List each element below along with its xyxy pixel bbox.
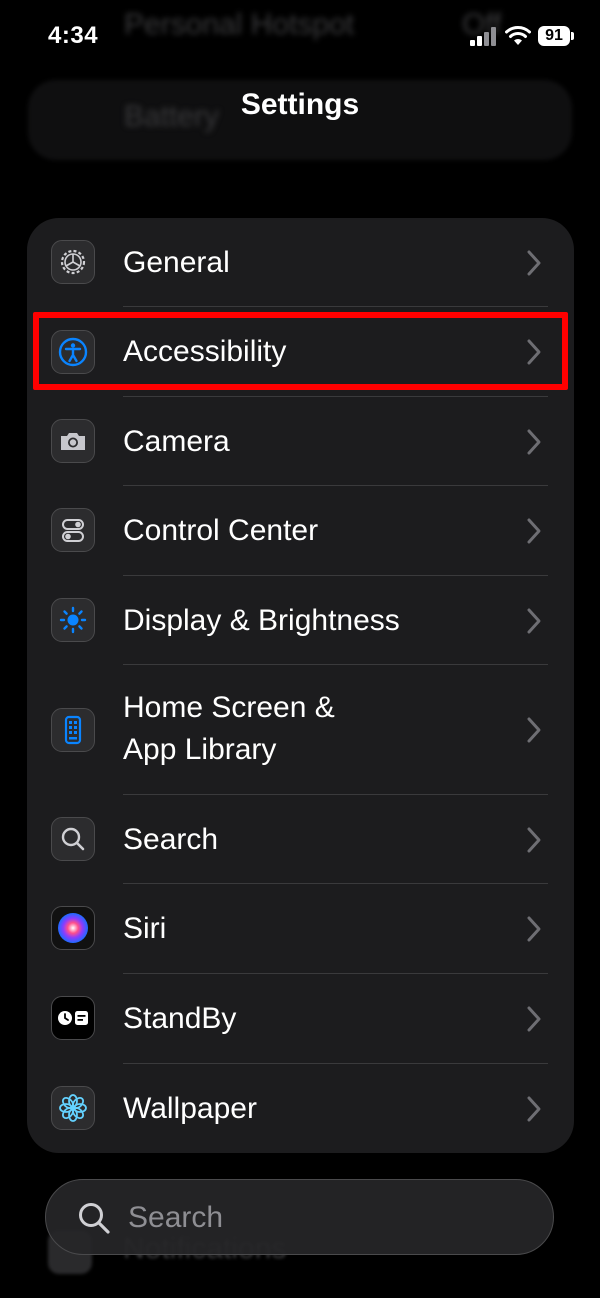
settings-row-label: StandBy: [123, 1002, 237, 1035]
settings-row-control-center[interactable]: Control Center: [27, 486, 574, 575]
control-center-icon: [51, 508, 95, 552]
settings-row-label: General: [123, 246, 230, 279]
sun-icon: [51, 598, 95, 642]
standby-icon: [51, 996, 95, 1040]
settings-row-general[interactable]: General: [27, 218, 574, 306]
settings-row-standby[interactable]: StandBy: [27, 974, 574, 1063]
settings-row-label: Display & Brightness: [123, 604, 400, 637]
settings-row-search[interactable]: Search: [27, 795, 574, 884]
battery-icon: 91: [538, 26, 574, 46]
settings-row-home-screen[interactable]: Home Screen & App Library: [27, 665, 574, 795]
settings-row-display-brightness[interactable]: Display & Brightness: [27, 576, 574, 665]
status-time: 4:34: [48, 22, 99, 49]
cellular-signal-icon: [470, 26, 500, 46]
siri-icon: [51, 906, 95, 950]
chevron-right-icon: [527, 827, 541, 853]
settings-row-label: Siri: [123, 912, 167, 945]
accessibility-highlight-box: [33, 312, 568, 390]
status-bar: 4:34 91: [0, 0, 600, 70]
page-title: Settings: [240, 88, 360, 121]
settings-row-label: Camera: [123, 425, 230, 458]
chevron-right-icon: [527, 1006, 541, 1032]
chevron-right-icon: [527, 429, 541, 455]
wifi-icon: [505, 26, 531, 45]
settings-row-label: Home Screen &: [123, 691, 335, 724]
search-icon: [51, 817, 95, 861]
settings-row-label: Control Center: [123, 514, 319, 547]
settings-row-label-line2: App Library: [123, 733, 277, 766]
search-input[interactable]: [126, 1194, 530, 1242]
settings-row-label: Search: [123, 823, 219, 856]
camera-icon: [51, 419, 95, 463]
home-screen-icon: [51, 708, 95, 752]
settings-row-camera[interactable]: Camera: [27, 397, 574, 486]
settings-row-siri[interactable]: Siri: [27, 884, 574, 973]
wallpaper-icon: [51, 1086, 95, 1130]
settings-row-label: Wallpaper: [123, 1092, 257, 1125]
chevron-right-icon: [527, 518, 541, 544]
chevron-right-icon: [527, 916, 541, 942]
search-icon: [79, 1203, 110, 1234]
chevron-right-icon: [527, 250, 541, 276]
chevron-right-icon: [527, 608, 541, 634]
settings-row-wallpaper[interactable]: Wallpaper: [27, 1064, 574, 1153]
search-bar[interactable]: [45, 1179, 554, 1255]
chevron-right-icon: [527, 717, 541, 743]
gear-icon: [51, 240, 95, 284]
chevron-right-icon: [527, 1096, 541, 1122]
